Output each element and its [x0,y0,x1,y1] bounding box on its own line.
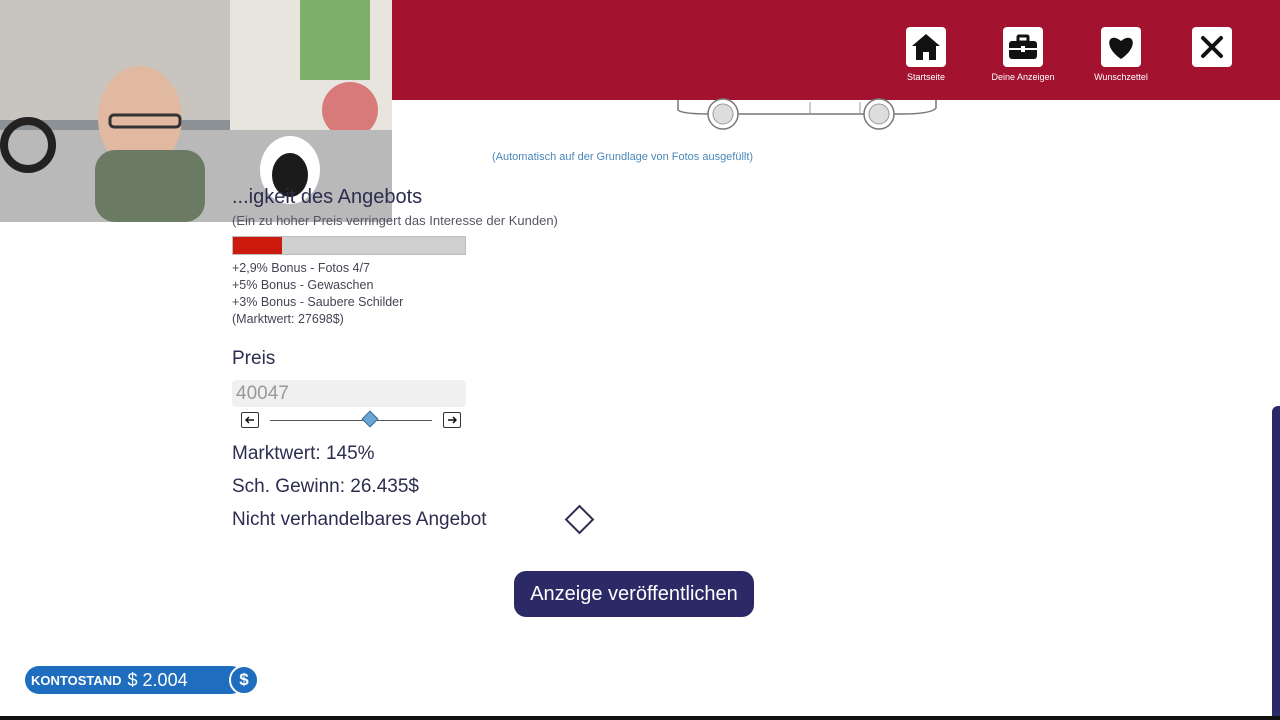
market-value-percent: Marktwert: 145% [232,443,375,464]
close-button[interactable] [1192,27,1232,67]
side-panel-edge [1272,406,1280,720]
price-slider-track[interactable] [270,420,432,421]
publish-ad-button[interactable]: Anzeige veröffentlichen [514,571,754,617]
attractiveness-bar [232,236,466,255]
bonus-washed: +5% Bonus - Gewaschen [232,278,374,292]
close-icon [1201,36,1223,58]
account-balance: KONTOSTAND $ 2.004 $ [25,665,259,695]
bonus-photos: +2,9% Bonus - Fotos 4/7 [232,261,370,275]
nav-home-label: Startseite [906,72,946,82]
bottom-border [0,716,1280,720]
price-label: Preis [232,348,276,369]
price-input[interactable] [232,380,466,407]
balance-label: KONTOSTAND [31,672,122,688]
balance-pill: KONTOSTAND $ 2.004 [25,666,245,694]
non-negotiable-checkbox[interactable] [564,504,595,535]
dollar-icon: $ [229,665,259,695]
wishlist-button[interactable] [1101,27,1141,67]
arrow-right-icon [448,416,457,424]
nav-wishlist-label: Wunschzettel [1094,72,1148,82]
bonus-list: +2,9% Bonus - Fotos 4/7 +5% Bonus - Gewa… [232,260,403,328]
nav-my-ads-label: Deine Anzeigen [991,72,1055,82]
my-ads-button[interactable] [1003,27,1043,67]
non-negotiable-label: Nicht verhandelbares Angebot [232,509,487,530]
price-slider-thumb[interactable] [361,410,379,428]
price-increase-button[interactable] [443,412,461,428]
price-decrease-button[interactable] [241,412,259,428]
attractiveness-bar-fill [233,237,282,254]
attractiveness-title: ...igkeit des Angebots [232,186,423,208]
arrow-left-icon [245,416,254,424]
heart-icon [1109,37,1133,59]
nav-wishlist[interactable]: Wunschzettel [1081,27,1161,82]
balance-value: $ 2.004 [127,669,188,690]
nav-my-ads[interactable]: Deine Anzeigen [983,27,1063,82]
nav-home[interactable]: Startseite [886,27,966,82]
home-icon [912,34,940,60]
briefcase-icon [1009,34,1037,59]
car-outline-illustration [677,98,937,130]
bonus-plates: +3% Bonus - Saubere Schilder [232,295,404,309]
attractiveness-subtitle: (Ein zu hoher Preis verringert das Inter… [232,213,558,228]
home-button[interactable] [906,27,946,67]
market-value-note: (Marktwert: 27698$) [232,312,344,326]
estimated-profit: Sch. Gewinn: 26.435$ [232,476,419,497]
auto-filled-note: (Automatisch auf der Grundlage von Fotos… [492,151,754,163]
